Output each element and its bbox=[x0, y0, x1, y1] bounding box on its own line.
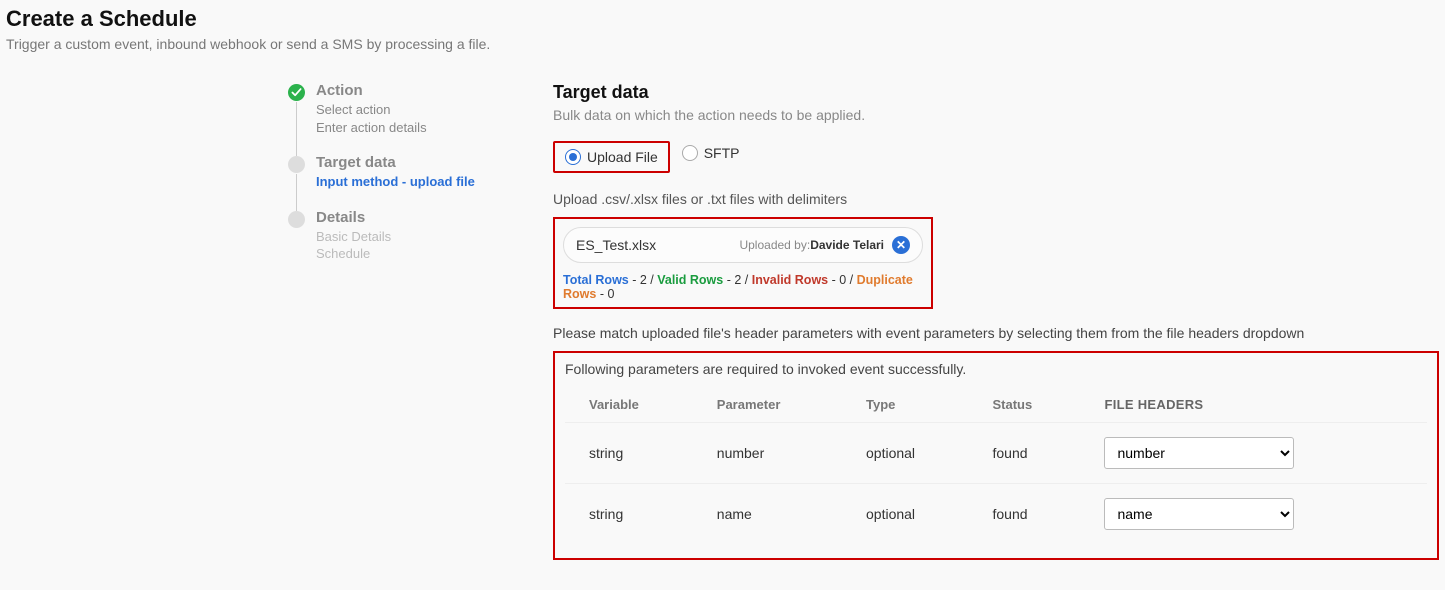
cell-status: found bbox=[969, 423, 1081, 484]
file-header-select[interactable]: numbername bbox=[1104, 437, 1294, 469]
cell-file-header: numbername bbox=[1080, 484, 1427, 545]
total-rows-value: 2 bbox=[640, 273, 647, 287]
step-sub: Select action bbox=[316, 101, 523, 119]
cell-parameter: name bbox=[693, 484, 842, 545]
cell-variable: string bbox=[565, 423, 693, 484]
step-sub: Input method - upload file bbox=[316, 173, 523, 191]
radio-label: SFTP bbox=[704, 145, 740, 161]
col-status: Status bbox=[969, 391, 1081, 423]
row-stats: Total Rows - 2 / Valid Rows - 2 / Invali… bbox=[563, 273, 923, 301]
cell-variable: string bbox=[565, 484, 693, 545]
invalid-rows-label: Invalid Rows bbox=[752, 273, 828, 287]
col-file-headers: FILE HEADERS bbox=[1080, 391, 1427, 423]
cell-type: optional bbox=[842, 423, 969, 484]
valid-rows-label: Valid Rows bbox=[657, 273, 723, 287]
step-sub: Enter action details bbox=[316, 119, 523, 137]
uploaded-by: Uploaded by:Davide Telari bbox=[664, 238, 884, 252]
params-table: Variable Parameter Type Status FILE HEAD… bbox=[565, 391, 1427, 544]
step-sub: Schedule bbox=[316, 245, 523, 263]
uploaded-by-value: Davide Telari bbox=[810, 238, 884, 252]
invalid-rows-value: 0 bbox=[839, 273, 846, 287]
uploaded-by-label: Uploaded by: bbox=[739, 238, 810, 252]
params-intro: Following parameters are required to inv… bbox=[565, 361, 1427, 377]
step-title: Action bbox=[316, 82, 523, 99]
match-hint: Please match uploaded file's header para… bbox=[553, 325, 1439, 341]
step-action[interactable]: Action Select action Enter action detail… bbox=[288, 82, 523, 154]
params-block: Following parameters are required to inv… bbox=[553, 351, 1439, 560]
stepper: Action Select action Enter action detail… bbox=[6, 82, 523, 560]
section-title: Target data bbox=[553, 82, 1439, 103]
cell-parameter: number bbox=[693, 423, 842, 484]
circle-icon bbox=[288, 156, 305, 173]
step-title: Details bbox=[316, 209, 523, 226]
cell-status: found bbox=[969, 484, 1081, 545]
cell-file-header: numbername bbox=[1080, 423, 1427, 484]
step-target-data[interactable]: Target data Input method - upload file bbox=[288, 154, 523, 209]
input-method-radio-group: Upload File bbox=[553, 141, 670, 173]
circle-icon bbox=[288, 211, 305, 228]
section-subtitle: Bulk data on which the action needs to b… bbox=[553, 107, 1439, 123]
page-title: Create a Schedule bbox=[6, 6, 1439, 32]
file-header-select[interactable]: numbername bbox=[1104, 498, 1294, 530]
step-details[interactable]: Details Basic Details Schedule bbox=[288, 209, 523, 281]
radio-upload-file[interactable]: Upload File bbox=[565, 149, 658, 165]
page-subtitle: Trigger a custom event, inbound webhook … bbox=[6, 36, 1439, 52]
upload-block: ES_Test.xlsx Uploaded by:Davide Telari ✕… bbox=[553, 217, 933, 309]
total-rows-label: Total Rows bbox=[563, 273, 629, 287]
close-icon[interactable]: ✕ bbox=[892, 236, 910, 254]
check-icon bbox=[288, 84, 305, 101]
cell-type: optional bbox=[842, 484, 969, 545]
step-title: Target data bbox=[316, 154, 523, 171]
radio-icon bbox=[682, 145, 698, 161]
upload-hint: Upload .csv/.xlsx files or .txt files wi… bbox=[553, 191, 1439, 207]
radio-sftp[interactable]: SFTP bbox=[682, 145, 740, 161]
col-parameter: Parameter bbox=[693, 391, 842, 423]
valid-rows-value: 2 bbox=[734, 273, 741, 287]
radio-icon bbox=[565, 149, 581, 165]
table-row: stringnameoptionalfound numbername bbox=[565, 484, 1427, 545]
file-name: ES_Test.xlsx bbox=[576, 237, 656, 253]
target-data-panel: Target data Bulk data on which the actio… bbox=[553, 82, 1439, 560]
step-sub: Basic Details bbox=[316, 228, 523, 246]
col-variable: Variable bbox=[565, 391, 693, 423]
table-row: stringnumberoptionalfound numbername bbox=[565, 423, 1427, 484]
col-type: Type bbox=[842, 391, 969, 423]
uploaded-file-pill: ES_Test.xlsx Uploaded by:Davide Telari ✕ bbox=[563, 227, 923, 263]
radio-label: Upload File bbox=[587, 149, 658, 165]
duplicate-rows-value: 0 bbox=[607, 287, 614, 301]
